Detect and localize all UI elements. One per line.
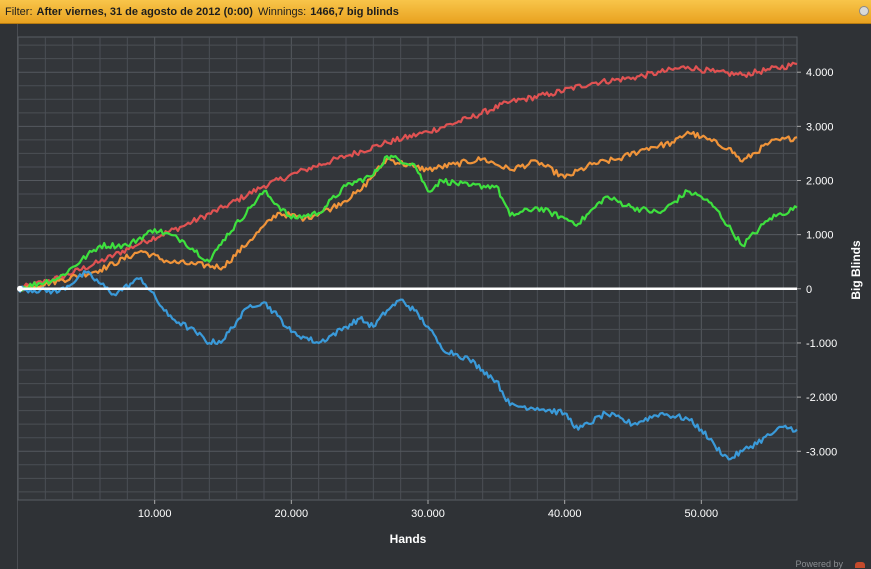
x-tick-label: 30.000 [411, 508, 445, 520]
y-tick-label: 3.000 [806, 121, 834, 133]
powered-by-text: Powered by [795, 559, 843, 569]
y-tick-label: 1.000 [806, 230, 834, 242]
x-tick-label: 40.000 [548, 508, 582, 520]
y-tick-label: -1.000 [806, 338, 837, 350]
y-axis-ticks: 4.000 3.000 2.000 1.000 0 -1.000 -2.000 -3.000 [797, 67, 837, 458]
x-tick-label: 10.000 [138, 508, 172, 520]
vendor-logo-icon [855, 562, 865, 568]
y-tick-label: -2.000 [806, 392, 837, 404]
x-axis-ticks: 10.000 20.000 30.000 40.000 50.000 [138, 500, 718, 520]
origin-point [17, 285, 23, 292]
x-tick-label: 50.000 [685, 508, 719, 520]
plot-area [17, 36, 798, 501]
y-tick-label: 4.000 [806, 67, 834, 79]
y-axis-label: Big Blinds [849, 240, 863, 300]
winnings-chart: 10.000 20.000 30.000 40.000 50.000 4.000 3.00… [17, 36, 863, 546]
x-tick-label: 20.000 [275, 508, 309, 520]
chart-grid [17, 36, 798, 501]
y-tick-label: -3.000 [806, 446, 837, 458]
x-axis-label: Hands [390, 532, 427, 546]
y-tick-label: 0 [806, 284, 812, 296]
y-tick-label: 2.000 [806, 176, 834, 188]
